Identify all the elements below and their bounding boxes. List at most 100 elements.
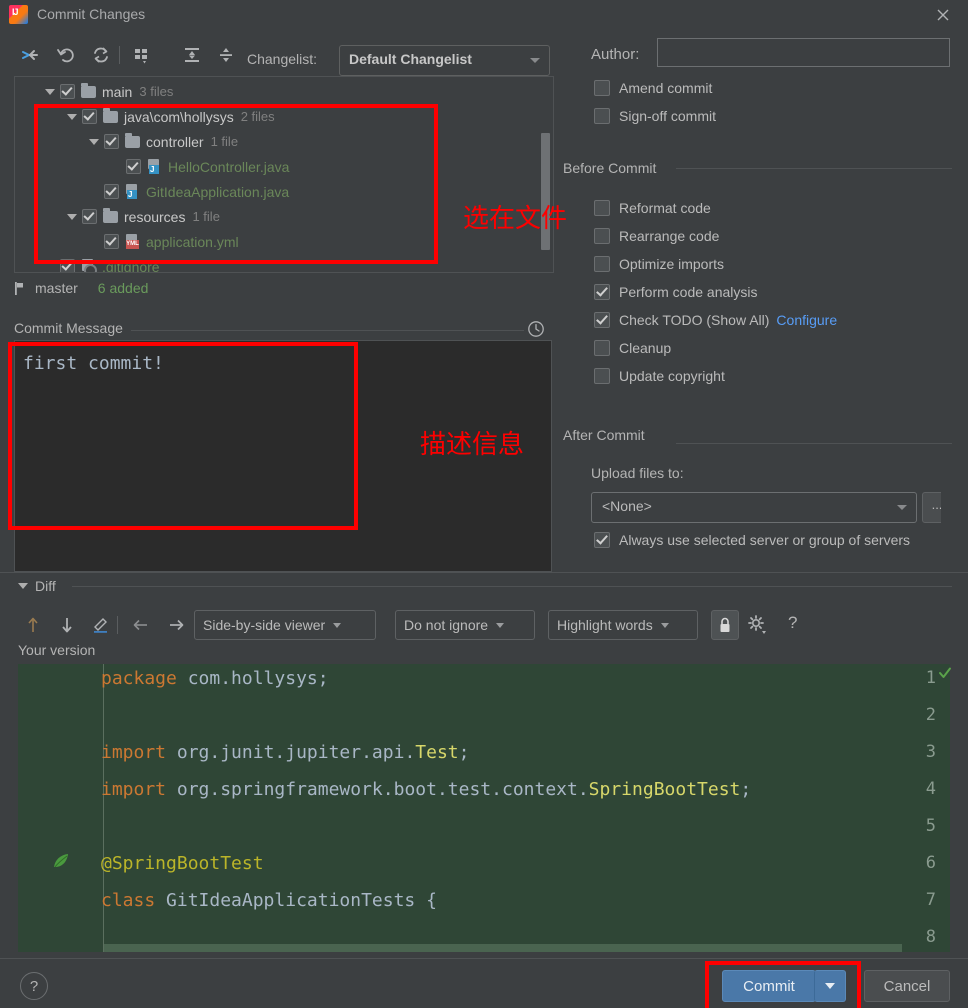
checkbox-box bbox=[594, 312, 610, 328]
gitignore-file-icon bbox=[81, 259, 97, 272]
help-button[interactable]: ? bbox=[20, 972, 48, 1000]
tree-row[interactable]: application.yml bbox=[15, 229, 239, 254]
accept-right-icon[interactable] bbox=[161, 610, 191, 640]
tree-row-checkbox[interactable] bbox=[60, 84, 75, 99]
before-commit-checkbox[interactable]: Update copyright bbox=[594, 368, 725, 384]
tree-row-checkbox[interactable] bbox=[82, 209, 97, 224]
tree-row-count: 2 files bbox=[240, 109, 275, 124]
chevron-down-icon[interactable] bbox=[67, 113, 77, 120]
before-commit-checkbox[interactable]: Perform code analysis bbox=[594, 284, 758, 300]
folder-icon bbox=[103, 107, 118, 123]
changed-files-tree[interactable]: main 3 files java\com\hollysys 2 files contr… bbox=[14, 76, 554, 273]
author-input[interactable] bbox=[657, 38, 950, 67]
tree-row[interactable]: main 3 files bbox=[15, 79, 173, 104]
tree-row-label: GitIdeaApplication.java bbox=[146, 183, 290, 200]
right-panel-scrollbar-track[interactable] bbox=[941, 78, 955, 572]
checkbox-box bbox=[594, 200, 610, 216]
highlight-mode-dropdown[interactable]: Highlight words bbox=[548, 610, 698, 640]
amend-commit-checkbox[interactable]: Amend commit bbox=[594, 80, 712, 96]
before-commit-checkbox[interactable]: Cleanup bbox=[594, 340, 671, 356]
lock-icon[interactable] bbox=[711, 610, 739, 640]
collapse-diff-icon[interactable] bbox=[16, 41, 44, 69]
ignore-mode-value: Do not ignore bbox=[404, 617, 489, 633]
next-difference-icon[interactable] bbox=[52, 610, 82, 640]
group-by-icon[interactable] bbox=[128, 41, 156, 69]
checkmark-icon bbox=[938, 666, 952, 680]
tree-row-label: controller bbox=[146, 133, 204, 150]
ignore-mode-dropdown[interactable]: Do not ignore bbox=[395, 610, 535, 640]
tree-row[interactable]: HelloController.java bbox=[15, 154, 289, 179]
chevron-down-icon bbox=[18, 583, 28, 589]
diff-editor-pane[interactable]: 1 package com.hollysys; 2 3 import org.junit… bbox=[18, 664, 950, 952]
before-commit-divider bbox=[676, 168, 952, 169]
always-use-server-checkbox[interactable]: Always use selected server or group of s… bbox=[594, 532, 910, 548]
previous-difference-icon[interactable] bbox=[18, 610, 48, 640]
annotate-icon[interactable] bbox=[86, 610, 116, 640]
editor-line-number: 2 bbox=[925, 705, 936, 725]
code-token: org.springframework.boot.test.context. bbox=[166, 779, 589, 800]
highlight-mode-value: Highlight words bbox=[557, 617, 653, 633]
always-use-server-label: Always use selected server or group of s… bbox=[619, 532, 911, 548]
chevron-down-icon[interactable] bbox=[89, 138, 99, 145]
tree-row-checkbox[interactable] bbox=[60, 259, 75, 272]
close-icon[interactable] bbox=[932, 4, 954, 26]
chevron-down-icon bbox=[660, 622, 669, 628]
tree-row-label: HelloController.java bbox=[168, 158, 290, 175]
tree-row[interactable]: .gitignore bbox=[15, 254, 160, 273]
commit-options-button[interactable] bbox=[814, 970, 846, 1002]
tree-row-checkbox[interactable] bbox=[104, 184, 119, 199]
signoff-commit-checkbox[interactable]: Sign-off commit bbox=[594, 108, 716, 124]
accept-left-icon[interactable] bbox=[126, 610, 156, 640]
java-file-icon bbox=[147, 159, 162, 174]
changelist-value: Default Changelist bbox=[349, 51, 472, 67]
changelist-label: Changelist: bbox=[247, 51, 318, 67]
question-mark-icon[interactable]: ? bbox=[788, 613, 797, 633]
dialog-title: Commit Changes bbox=[37, 6, 146, 22]
upload-server-dropdown[interactable]: <None> bbox=[591, 492, 917, 523]
editor-code-line: @SpringBootTest bbox=[101, 853, 264, 874]
tree-row[interactable]: resources 1 file bbox=[15, 204, 220, 229]
code-token: package bbox=[101, 668, 177, 689]
annotation-text-files: 选在文件 bbox=[463, 204, 568, 234]
refresh-icon[interactable] bbox=[87, 41, 115, 69]
tree-row-checkbox[interactable] bbox=[126, 159, 141, 174]
your-version-label: Your version bbox=[18, 642, 96, 658]
author-label: Author: bbox=[591, 46, 640, 63]
editor-code-line: package com.hollysys; bbox=[101, 668, 329, 689]
cancel-button[interactable]: Cancel bbox=[864, 970, 950, 1002]
commit-changes-dialog: Commit Changes bbox=[0, 0, 968, 1008]
commit-button[interactable]: Commit bbox=[722, 970, 816, 1002]
expand-all-icon[interactable] bbox=[178, 41, 206, 69]
chevron-down-icon[interactable] bbox=[67, 213, 77, 220]
tree-scrollbar-track[interactable] bbox=[541, 77, 552, 272]
tree-row-checkbox[interactable] bbox=[82, 109, 97, 124]
tree-row-label: java\com\hollysys bbox=[124, 108, 234, 125]
tree-row[interactable]: controller 1 file bbox=[15, 129, 238, 154]
tree-row-checkbox[interactable] bbox=[104, 234, 119, 249]
tree-row[interactable]: java\com\hollysys 2 files bbox=[15, 104, 275, 129]
rollback-icon[interactable] bbox=[52, 41, 80, 69]
before-commit-label: Perform code analysis bbox=[619, 284, 758, 300]
code-token: org.junit.jupiter.api. bbox=[166, 742, 416, 763]
editor-horizontal-scrollbar[interactable] bbox=[104, 944, 902, 952]
gear-icon[interactable] bbox=[745, 612, 769, 636]
before-commit-checkbox[interactable]: Optimize imports bbox=[594, 256, 724, 272]
tree-row[interactable]: GitIdeaApplication.java bbox=[15, 179, 289, 204]
code-token: class bbox=[101, 890, 156, 911]
tree-row-label: .gitignore bbox=[102, 258, 160, 273]
tree-row-checkbox[interactable] bbox=[104, 134, 119, 149]
diff-section-header[interactable]: Diff bbox=[18, 578, 56, 594]
clock-history-icon[interactable] bbox=[527, 320, 545, 338]
collapse-all-icon[interactable] bbox=[212, 41, 240, 69]
git-branch-icon bbox=[14, 281, 27, 296]
before-commit-checkbox[interactable]: Check TODO (Show All) Configure bbox=[594, 312, 837, 328]
before-commit-checkbox[interactable]: Rearrange code bbox=[594, 228, 719, 244]
chevron-down-icon[interactable] bbox=[45, 88, 55, 95]
viewer-mode-dropdown[interactable]: Side-by-side viewer bbox=[194, 610, 376, 640]
changelist-dropdown[interactable]: Default Changelist bbox=[339, 45, 550, 76]
chevron-down-icon bbox=[496, 622, 505, 628]
before-commit-checkbox[interactable]: Reformat code bbox=[594, 200, 711, 216]
added-count: 6 added bbox=[97, 280, 149, 296]
configure-link[interactable]: Configure bbox=[776, 312, 837, 328]
code-token: ; bbox=[458, 742, 470, 763]
